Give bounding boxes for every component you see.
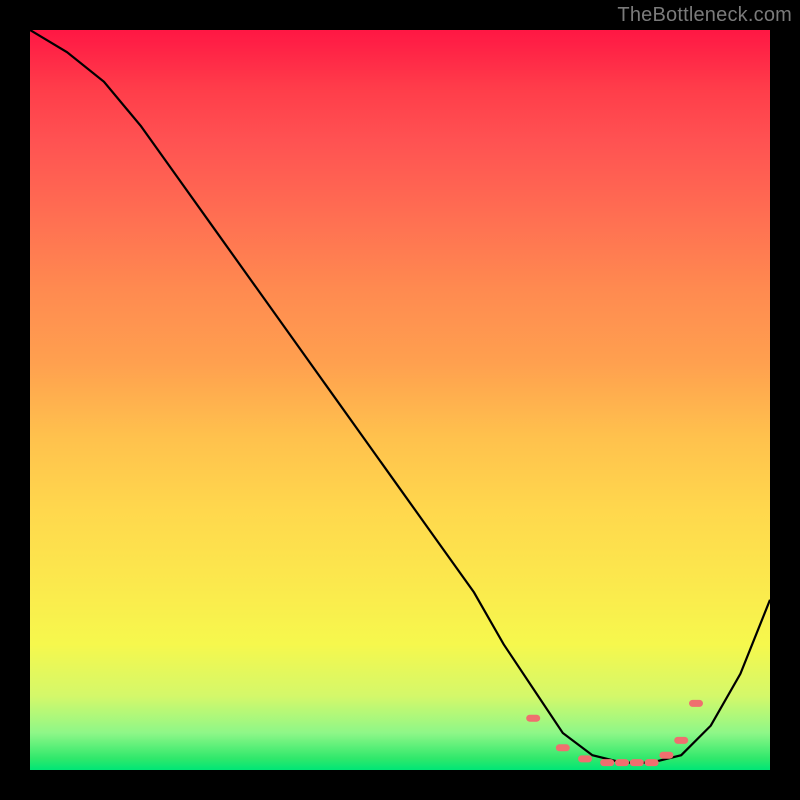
marker-dot (615, 759, 629, 766)
chart-root: TheBottleneck.com (0, 0, 800, 800)
marker-dot (578, 755, 592, 762)
marker-dot (689, 700, 703, 707)
marker-dot (526, 715, 540, 722)
curve-layer (30, 30, 770, 770)
marker-dot (645, 759, 659, 766)
marker-dot (556, 744, 570, 751)
plot-area (30, 30, 770, 770)
watermark-text: TheBottleneck.com (617, 4, 792, 27)
marker-dot (659, 752, 673, 759)
bottleneck-curve-line (30, 30, 770, 763)
marker-dot (630, 759, 644, 766)
marker-dot (674, 737, 688, 744)
marker-dot (600, 759, 614, 766)
